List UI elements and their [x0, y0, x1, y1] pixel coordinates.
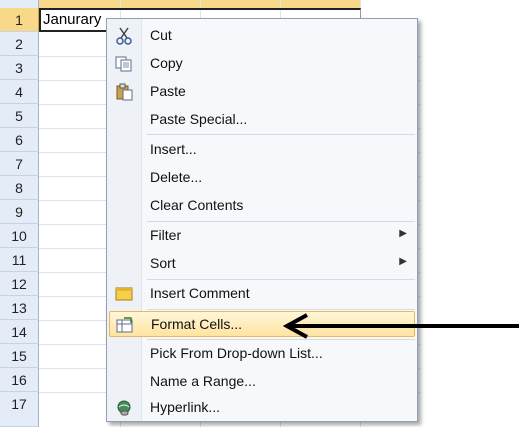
menu-separator [147, 221, 415, 222]
submenu-arrow-icon: ▶ [399, 228, 407, 239]
hyperlink-icon [114, 399, 134, 417]
row-header-9[interactable]: 9 [0, 200, 39, 224]
menu-item-label: Copy [150, 55, 183, 71]
menu-item-hyperlink[interactable]: Hyperlink... [109, 395, 415, 421]
row-header-top [0, 0, 39, 8]
menu-item-label: Insert Comment [150, 285, 250, 301]
menu-separator [147, 339, 415, 340]
row-header-5[interactable]: 5 [0, 104, 39, 128]
row-header-8[interactable]: 8 [0, 176, 39, 200]
row-header-2[interactable]: 2 [0, 32, 39, 56]
menu-item-label: Clear Contents [150, 197, 244, 213]
menu-item-sort[interactable]: Sort ▶ [109, 251, 415, 277]
menu-item-delete[interactable]: Delete... [109, 165, 415, 191]
row-header-17[interactable]: 17 [0, 392, 39, 427]
row-header-11[interactable]: 11 [0, 248, 39, 272]
menu-item-label: Name a Range... [150, 373, 256, 389]
format-cells-icon [115, 316, 135, 334]
scissors-icon [114, 27, 134, 45]
menu-item-label: Sort [150, 255, 176, 271]
menu-item-label: Paste Special... [150, 111, 248, 127]
annotation-arrow [283, 313, 519, 339]
menu-item-label: Format Cells... [151, 316, 243, 332]
menu-item-name-range[interactable]: Name a Range... [109, 369, 415, 395]
menu-item-insert[interactable]: Insert... [109, 137, 415, 163]
row-header-13[interactable]: 13 [0, 296, 39, 320]
menu-item-paste-special[interactable]: Paste Special... [109, 107, 415, 133]
menu-separator [147, 134, 415, 135]
row-header-3[interactable]: 3 [0, 56, 39, 80]
context-menu: Cut Copy Paste Paste Special... Insert..… [106, 18, 418, 422]
row-header-14[interactable]: 14 [0, 320, 39, 344]
menu-item-label: Filter [150, 227, 182, 243]
row-header-12[interactable]: 12 [0, 272, 39, 296]
menu-item-label: Insert... [150, 141, 197, 157]
row-header-16[interactable]: 16 [0, 368, 39, 392]
menu-item-label: Cut [150, 27, 172, 43]
row-header-15[interactable]: 15 [0, 344, 39, 368]
menu-item-filter[interactable]: Filter ▶ [109, 223, 415, 249]
menu-item-paste[interactable]: Paste [109, 79, 415, 105]
menu-separator [147, 279, 415, 280]
menu-item-clear-contents[interactable]: Clear Contents [109, 193, 415, 219]
row-header-10[interactable]: 10 [0, 224, 39, 248]
menu-item-pick-from-list[interactable]: Pick From Drop-down List... [109, 341, 415, 367]
menu-item-copy[interactable]: Copy [109, 51, 415, 77]
submenu-arrow-icon: ▶ [399, 256, 407, 267]
menu-item-label: Pick From Drop-down List... [150, 345, 323, 361]
menu-item-label: Paste [150, 83, 186, 99]
menu-separator [147, 309, 415, 310]
paste-icon [114, 83, 134, 101]
menu-item-label: Hyperlink... [150, 399, 221, 415]
copy-icon [114, 55, 134, 73]
menu-item-cut[interactable]: Cut [109, 23, 415, 49]
menu-item-insert-comment[interactable]: Insert Comment [109, 281, 415, 307]
row-header-4[interactable]: 4 [0, 80, 39, 104]
menu-item-label: Delete... [150, 169, 203, 185]
row-header-1[interactable]: 1 [0, 8, 39, 32]
row-header-7[interactable]: 7 [0, 152, 39, 176]
row-header-6[interactable]: 6 [0, 128, 39, 152]
comment-icon [114, 285, 134, 303]
